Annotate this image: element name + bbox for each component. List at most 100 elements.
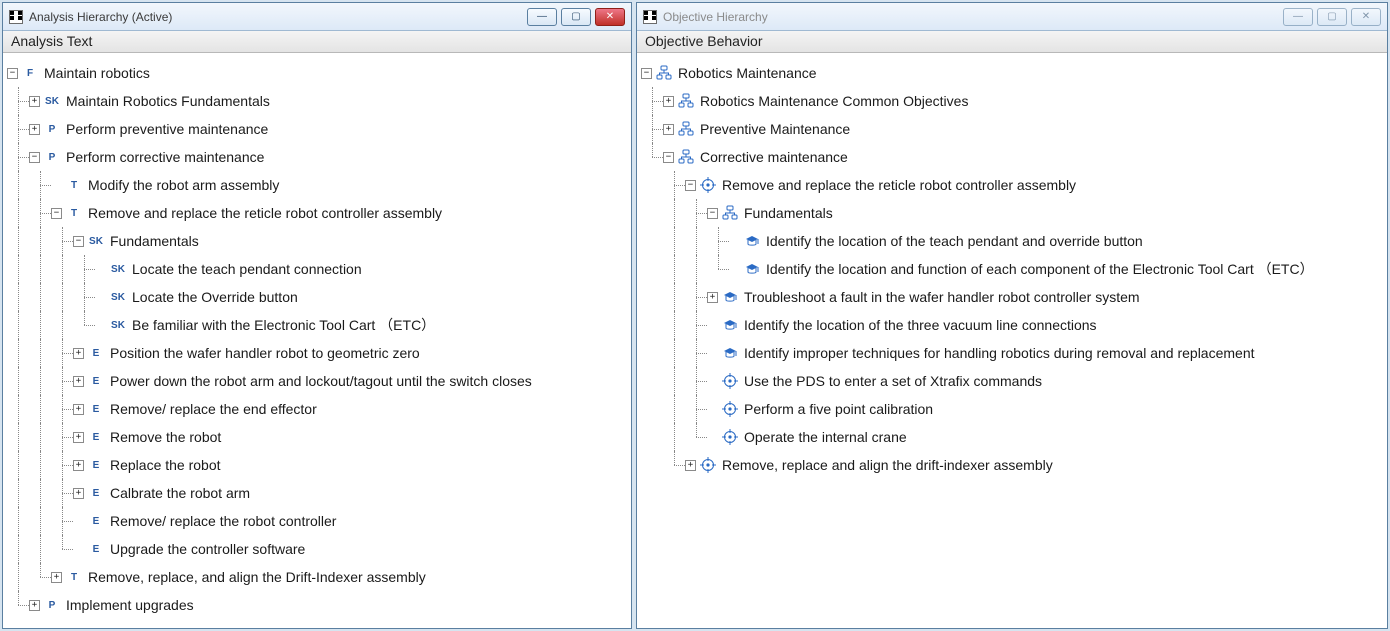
tree-row[interactable]: −PPerform corrective maintenance (7, 143, 627, 171)
collapse-toggle[interactable]: − (685, 180, 696, 191)
org-icon (678, 149, 694, 165)
collapse-toggle[interactable]: − (51, 208, 62, 219)
tree-connector (7, 591, 29, 619)
expand-toggle[interactable]: + (29, 96, 40, 107)
collapse-toggle[interactable]: − (707, 208, 718, 219)
tree-row[interactable]: −SKFundamentals (7, 227, 627, 255)
maximize-button[interactable]: ▢ (561, 8, 591, 26)
tree-row[interactable]: +Preventive Maintenance (641, 115, 1383, 143)
analysis-tree[interactable]: −FMaintain robotics+SKMaintain Robotics … (3, 53, 631, 628)
close-button[interactable]: ✕ (1351, 8, 1381, 26)
tree-connector (51, 507, 73, 535)
expand-toggle[interactable]: + (663, 124, 674, 135)
tree-row[interactable]: Operate the internal crane (641, 423, 1383, 451)
tree-row[interactable]: +EReplace the robot (7, 451, 627, 479)
tree-row[interactable]: +PPerform preventive maintenance (7, 115, 627, 143)
tree-row[interactable]: TModify the robot arm assembly (7, 171, 627, 199)
tree-row[interactable]: SKLocate the teach pendant connection (7, 255, 627, 283)
collapse-toggle[interactable]: − (641, 68, 652, 79)
tree-connector (51, 311, 73, 339)
expand-toggle[interactable]: + (29, 600, 40, 611)
expand-toggle[interactable]: + (73, 460, 84, 471)
expand-toggle[interactable]: + (73, 376, 84, 387)
tree-row[interactable]: +ERemove/ replace the end effector (7, 395, 627, 423)
tree-connector (7, 451, 29, 479)
minimize-button[interactable]: — (1283, 8, 1313, 26)
tree-row[interactable]: −Corrective maintenance (641, 143, 1383, 171)
tree-row[interactable]: Identify the location of the three vacuu… (641, 311, 1383, 339)
tree-row[interactable]: Identify the location of the teach penda… (641, 227, 1383, 255)
tree-row[interactable]: −TRemove and replace the reticle robot c… (7, 199, 627, 227)
tree-row[interactable]: − Robotics Maintenance (641, 59, 1383, 87)
collapse-toggle[interactable]: − (73, 236, 84, 247)
type-badge-e: E (88, 516, 104, 527)
tree-row[interactable]: EUpgrade the controller software (7, 535, 627, 563)
tree-row[interactable]: Perform a five point calibration (641, 395, 1383, 423)
tree-label: Modify the robot arm assembly (88, 177, 279, 193)
tree-label: Robotics Maintenance (678, 65, 817, 81)
tree-row[interactable]: SKBe familiar with the Electronic Tool C… (7, 311, 627, 339)
tree-row[interactable]: Identify improper techniques for handlin… (641, 339, 1383, 367)
tree-row[interactable]: −Remove and replace the reticle robot co… (641, 171, 1383, 199)
expand-toggle[interactable]: + (663, 96, 674, 107)
expand-toggle[interactable]: + (707, 292, 718, 303)
tree-label: Identify improper techniques for handlin… (744, 345, 1255, 361)
tree-connector (685, 199, 707, 227)
tree-row[interactable]: −Fundamentals (641, 199, 1383, 227)
tree-row[interactable]: Use the PDS to enter a set of Xtrafix co… (641, 367, 1383, 395)
tree-row[interactable]: +Troubleshoot a fault in the wafer handl… (641, 283, 1383, 311)
tree-connector (29, 255, 51, 283)
tree-connector (663, 255, 685, 283)
tree-row[interactable]: −FMaintain robotics (7, 59, 627, 87)
tree-connector (7, 115, 29, 143)
type-badge-e: E (88, 404, 104, 415)
tree-connector (685, 423, 707, 451)
objective-tree[interactable]: − Robotics Maintenance +Robotics Maintenan… (637, 53, 1387, 628)
objective-titlebar[interactable]: Objective Hierarchy — ▢ ✕ (637, 3, 1387, 31)
tree-label: Remove and replace the reticle robot con… (88, 205, 442, 221)
tree-row[interactable]: +Robotics Maintenance Common Objectives (641, 87, 1383, 115)
toggle-placeholder (707, 404, 718, 415)
tree-row[interactable]: Identify the location and function of ea… (641, 255, 1383, 283)
collapse-toggle[interactable]: − (29, 152, 40, 163)
tree-label: Upgrade the controller software (110, 541, 305, 557)
tree-row[interactable]: +EPower down the robot arm and lockout/t… (7, 367, 627, 395)
collapse-toggle[interactable]: − (663, 152, 674, 163)
tree-label: Locate the teach pendant connection (132, 261, 362, 277)
expand-toggle[interactable]: + (73, 432, 84, 443)
expand-toggle[interactable]: + (73, 404, 84, 415)
tree-connector (7, 255, 29, 283)
tree-row[interactable]: +Remove, replace and align the drift-ind… (641, 451, 1383, 479)
tree-connector (51, 255, 73, 283)
minimize-button[interactable]: — (527, 8, 557, 26)
close-button[interactable]: ✕ (595, 8, 625, 26)
expand-toggle[interactable]: + (29, 124, 40, 135)
tree-connector (685, 367, 707, 395)
tree-row[interactable]: +ERemove the robot (7, 423, 627, 451)
target-icon (722, 373, 738, 389)
collapse-toggle[interactable]: − (7, 68, 18, 79)
tree-connector (29, 227, 51, 255)
expand-toggle[interactable]: + (51, 572, 62, 583)
analysis-titlebar[interactable]: Analysis Hierarchy (Active) — ▢ ✕ (3, 3, 631, 31)
tree-row[interactable]: +ECalbrate the robot arm (7, 479, 627, 507)
tree-label: Calbrate the robot arm (110, 485, 250, 501)
expand-toggle[interactable]: + (73, 348, 84, 359)
tree-connector (51, 227, 73, 255)
tree-connector (663, 283, 685, 311)
tree-row[interactable]: +EPosition the wafer handler robot to ge… (7, 339, 627, 367)
tree-row[interactable]: +PImplement upgrades (7, 591, 627, 619)
tree-row[interactable]: SKLocate the Override button (7, 283, 627, 311)
maximize-button[interactable]: ▢ (1317, 8, 1347, 26)
tree-row[interactable]: ERemove/ replace the robot controller (7, 507, 627, 535)
tree-connector (51, 283, 73, 311)
tree-row[interactable]: +SKMaintain Robotics Fundamentals (7, 87, 627, 115)
expand-toggle[interactable]: + (685, 460, 696, 471)
tree-row[interactable]: +TRemove, replace, and align the Drift-I… (7, 563, 627, 591)
grad-icon (744, 261, 760, 277)
toggle-placeholder (73, 516, 84, 527)
tree-connector (29, 451, 51, 479)
tree-connector (663, 311, 685, 339)
type-badge-p: P (44, 152, 60, 163)
expand-toggle[interactable]: + (73, 488, 84, 499)
